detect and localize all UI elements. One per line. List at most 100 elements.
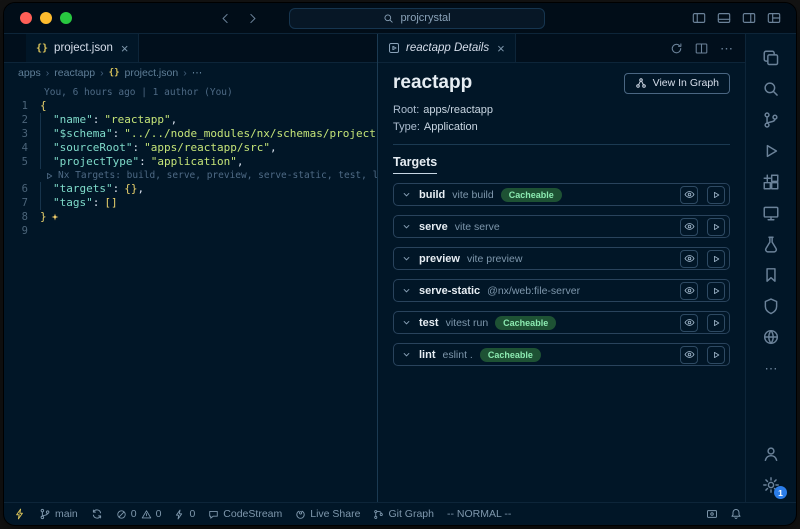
refresh-icon[interactable]: [670, 42, 683, 55]
chevron-down-icon[interactable]: [401, 317, 412, 328]
breadcrumb-item[interactable]: project.json: [125, 67, 179, 79]
tab-reactapp-details[interactable]: reactapp Details ×: [378, 34, 516, 62]
bolt-counter[interactable]: 0: [174, 508, 195, 520]
activity-bar: ⋯ 1: [746, 34, 796, 502]
target-row-preview[interactable]: preview vite preview: [393, 247, 730, 270]
problems-indicator[interactable]: 0 0: [116, 508, 162, 520]
search-icon: [762, 80, 780, 98]
accounts-button[interactable]: [758, 443, 784, 465]
sparkle-icon[interactable]: [50, 212, 60, 222]
bell-icon[interactable]: [730, 508, 742, 520]
toggle-secondary-sidebar-icon[interactable]: [742, 11, 756, 25]
error-icon: [116, 509, 127, 520]
view-in-graph-button[interactable]: View In Graph: [624, 73, 730, 94]
line-number: 5: [4, 155, 40, 169]
line-number: 8: [4, 210, 40, 224]
close-icon[interactable]: ×: [497, 42, 505, 55]
close-icon[interactable]: ×: [121, 42, 129, 55]
back-icon[interactable]: [219, 12, 232, 25]
tab-project-json[interactable]: {} project.json ×: [26, 34, 139, 62]
activity-run-debug-button[interactable]: [758, 140, 784, 162]
run-target-button[interactable]: [707, 282, 725, 300]
code-line: 8 }: [4, 210, 377, 224]
breadcrumb-item[interactable]: reactapp: [54, 67, 95, 79]
zoom-window-button[interactable]: [60, 12, 72, 24]
activity-extensions-button[interactable]: [758, 171, 784, 193]
run-target-button[interactable]: [707, 218, 725, 236]
chevron-down-icon[interactable]: [401, 189, 412, 200]
vim-mode-indicator[interactable]: -- NORMAL --: [447, 508, 511, 520]
toggle-primary-sidebar-icon[interactable]: [692, 11, 706, 25]
project-details-icon: [388, 42, 400, 54]
play-icon: [711, 190, 721, 200]
run-target-button[interactable]: [707, 186, 725, 204]
codestream-status[interactable]: CodeStream: [208, 508, 282, 520]
run-target-button[interactable]: [707, 250, 725, 268]
line-number: 2: [4, 113, 40, 127]
window-controls: [20, 12, 72, 24]
activity-search-button[interactable]: [758, 78, 784, 100]
branch-indicator[interactable]: main: [39, 508, 78, 520]
code-editor[interactable]: You, 6 hours ago | 1 author (You) 1 { 2 …: [4, 83, 377, 502]
live-share-status[interactable]: Live Share: [295, 508, 360, 520]
breadcrumb-more[interactable]: ⋯: [192, 67, 203, 79]
show-target-config-button[interactable]: [680, 250, 698, 268]
target-row-test[interactable]: test vitest run Cacheable: [393, 311, 730, 334]
settings-button[interactable]: 1: [758, 474, 784, 496]
tab-label: project.json: [54, 42, 113, 54]
chevron-down-icon[interactable]: [401, 349, 412, 360]
forward-icon[interactable]: [246, 12, 259, 25]
eye-icon: [684, 317, 695, 328]
activity-explorer-button[interactable]: [758, 47, 784, 69]
target-row-lint[interactable]: lint eslint . Cacheable: [393, 343, 730, 366]
command-center-search[interactable]: projcrystal: [289, 8, 545, 29]
close-window-button[interactable]: [20, 12, 32, 24]
activity-testing-button[interactable]: [758, 233, 784, 255]
play-icon: [44, 171, 54, 181]
target-row-serve[interactable]: serve vite serve: [393, 215, 730, 238]
activity-bookmarks-button[interactable]: [758, 264, 784, 286]
git-graph-status[interactable]: Git Graph: [373, 508, 434, 520]
sync-icon: [91, 508, 103, 520]
toggle-panel-icon[interactable]: [717, 11, 731, 25]
sync-changes-button[interactable]: [91, 508, 103, 520]
show-target-config-button[interactable]: [680, 346, 698, 364]
run-target-button[interactable]: [707, 314, 725, 332]
customize-layout-icon[interactable]: [767, 11, 781, 25]
editor-actions: ⋯: [670, 34, 745, 62]
show-target-config-button[interactable]: [680, 314, 698, 332]
nx-targets-codelens[interactable]: Nx Targets: build, serve, preview, serve…: [40, 169, 377, 183]
shield-icon: [762, 297, 780, 315]
gitlens-blame-lens[interactable]: You, 6 hours ago | 1 author (You): [40, 86, 377, 100]
breadcrumb-item[interactable]: apps: [18, 67, 41, 79]
project-details-panel: reactapp View In Graph Root:apps/reactap…: [378, 63, 745, 502]
chevron-down-icon[interactable]: [401, 285, 412, 296]
run-target-button[interactable]: [707, 346, 725, 364]
activity-globe-button[interactable]: [758, 326, 784, 348]
activity-additional-views-button[interactable]: ⋯: [758, 357, 784, 379]
editor-group-right: reactapp Details × ⋯ reactapp View In Gr…: [378, 34, 746, 502]
show-target-config-button[interactable]: [680, 186, 698, 204]
show-target-config-button[interactable]: [680, 282, 698, 300]
target-row-build[interactable]: build vite build Cacheable: [393, 183, 730, 206]
git-branch-icon: [39, 508, 51, 520]
cacheable-badge: Cacheable: [495, 316, 556, 330]
line-number: 7: [4, 196, 40, 210]
activity-source-control-button[interactable]: [758, 109, 784, 131]
target-name: build: [419, 189, 445, 201]
graph-icon: [635, 77, 647, 89]
split-editor-icon[interactable]: [695, 42, 708, 55]
chevron-down-icon[interactable]: [401, 253, 412, 264]
activity-nx-console-button[interactable]: [758, 295, 784, 317]
more-actions-icon[interactable]: ⋯: [720, 42, 733, 55]
remote-indicator[interactable]: [14, 508, 26, 520]
activity-remote-explorer-button[interactable]: [758, 202, 784, 224]
screencast-icon[interactable]: [706, 508, 718, 520]
play-icon: [711, 222, 721, 232]
target-row-serve-static[interactable]: serve-static @nx/web:file-server: [393, 279, 730, 302]
minimize-window-button[interactable]: [40, 12, 52, 24]
show-target-config-button[interactable]: [680, 218, 698, 236]
eye-icon: [684, 221, 695, 232]
chevron-down-icon[interactable]: [401, 221, 412, 232]
target-command: vitest run: [446, 317, 489, 329]
